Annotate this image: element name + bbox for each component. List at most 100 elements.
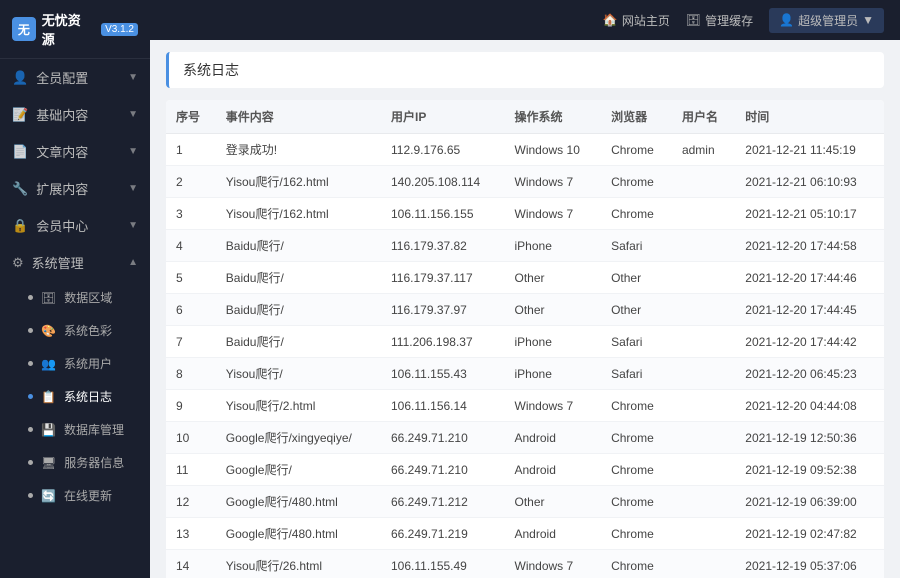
cell-os: Android: [505, 454, 602, 486]
sidebar-item-extend-content[interactable]: 🔧 扩展内容 ▼: [0, 170, 150, 207]
cell-ip: 106.11.156.155: [381, 198, 505, 230]
col-header-os: 操作系统: [505, 100, 602, 134]
sidebar-item-system-manage[interactable]: ⚙ 系统管理 ▲: [0, 244, 150, 281]
home-icon: 🏠: [603, 13, 618, 27]
submenu-item-label: 系统日志: [64, 388, 112, 405]
cell-time: 2021-12-19 06:39:00: [735, 486, 884, 518]
table-row: 12 Google爬行/480.html 66.249.71.212 Other…: [166, 486, 884, 518]
dot-icon: [28, 328, 33, 333]
arrow-icon: ▼: [128, 109, 138, 120]
log-table-container: 序号 事件内容 用户IP 操作系统 浏览器 用户名 时间 1 登录成功! 112…: [166, 100, 884, 578]
cell-user: [672, 166, 735, 198]
cell-event: Yisou爬行/162.html: [216, 198, 381, 230]
cell-browser: Other: [601, 294, 672, 326]
user-menu-button[interactable]: 👤 超级管理员 ▼: [769, 8, 884, 33]
data-area-icon: 🗄: [41, 291, 56, 305]
user-icon: 👤: [779, 13, 794, 27]
cell-time: 2021-12-21 06:10:93: [735, 166, 884, 198]
cell-ip: 106.11.156.14: [381, 390, 505, 422]
page-title: 系统日志: [166, 52, 884, 88]
cell-os: Android: [505, 422, 602, 454]
dot-icon: [28, 295, 33, 300]
logo-text: 无忧资源: [42, 10, 93, 48]
col-header-ip: 用户IP: [381, 100, 505, 134]
sidebar-item-online-update[interactable]: 🔄 在线更新: [0, 479, 150, 512]
sidebar-item-server-info[interactable]: 🖥 服务器信息: [0, 446, 150, 479]
sidebar-item-data-area[interactable]: 🗄 数据区域: [0, 281, 150, 314]
sidebar-item-system-color[interactable]: 🎨 系统色彩: [0, 314, 150, 347]
cell-ip: 111.206.198.37: [381, 326, 505, 358]
table-row: 5 Baidu爬行/ 116.179.37.117 Other Other 20…: [166, 262, 884, 294]
submenu-item-label: 系统色彩: [64, 322, 112, 339]
log-table: 序号 事件内容 用户IP 操作系统 浏览器 用户名 时间 1 登录成功! 112…: [166, 100, 884, 578]
cell-browser: Chrome: [601, 134, 672, 166]
table-row: 14 Yisou爬行/26.html 106.11.155.49 Windows…: [166, 550, 884, 578]
table-row: 1 登录成功! 112.9.176.65 Windows 10 Chrome a…: [166, 134, 884, 166]
sidebar-item-label: 基础内容: [36, 105, 88, 124]
cell-id: 5: [166, 262, 216, 294]
system-color-icon: 🎨: [41, 324, 56, 338]
sidebar-item-system-log[interactable]: 📋 系统日志: [0, 380, 150, 413]
cell-os: Other: [505, 486, 602, 518]
cell-user: [672, 230, 735, 262]
sidebar-item-basic-content[interactable]: 📝 基础内容 ▼: [0, 96, 150, 133]
cell-id: 4: [166, 230, 216, 262]
cell-event: Baidu爬行/: [216, 230, 381, 262]
col-header-event: 事件内容: [216, 100, 381, 134]
cell-user: [672, 518, 735, 550]
cell-user: [672, 390, 735, 422]
cell-browser: Chrome: [601, 454, 672, 486]
cell-os: Windows 7: [505, 550, 602, 578]
cell-id: 9: [166, 390, 216, 422]
sidebar-item-member-settings[interactable]: 👤 全员配置 ▼: [0, 59, 150, 96]
cell-ip: 66.249.71.219: [381, 518, 505, 550]
cell-os: Windows 7: [505, 390, 602, 422]
cell-ip: 140.205.108.114: [381, 166, 505, 198]
sidebar: 无 无忧资源 V3.1.2 👤 全员配置 ▼ 📝 基础内容 ▼ 📄 文章内容 ▼…: [0, 0, 150, 578]
cell-time: 2021-12-20 04:44:08: [735, 390, 884, 422]
logo-area: 无 无忧资源 V3.1.2: [0, 0, 150, 59]
sidebar-item-member-center[interactable]: 🔒 会员中心 ▼: [0, 207, 150, 244]
sidebar-item-label: 文章内容: [36, 142, 88, 161]
cell-event: Yisou爬行/: [216, 358, 381, 390]
cell-id: 8: [166, 358, 216, 390]
cell-browser: Chrome: [601, 390, 672, 422]
cell-id: 12: [166, 486, 216, 518]
home-link[interactable]: 🏠 网站主页: [603, 12, 670, 29]
table-row: 7 Baidu爬行/ 111.206.198.37 iPhone Safari …: [166, 326, 884, 358]
cell-time: 2021-12-20 06:45:23: [735, 358, 884, 390]
main-area: 🏠 网站主页 🗄 管理缓存 👤 超级管理员 ▼ 系统日志 序号 事件内容 用户I…: [150, 0, 900, 578]
online-update-icon: 🔄: [41, 489, 56, 503]
top-header: 🏠 网站主页 🗄 管理缓存 👤 超级管理员 ▼: [150, 0, 900, 40]
arrow-icon: ▼: [128, 72, 138, 83]
cell-ip: 66.249.71.212: [381, 486, 505, 518]
cell-ip: 66.249.71.210: [381, 454, 505, 486]
cell-event: Yisou爬行/26.html: [216, 550, 381, 578]
col-header-time: 时间: [735, 100, 884, 134]
dropdown-icon: ▼: [862, 13, 874, 27]
cell-time: 2021-12-21 05:10:17: [735, 198, 884, 230]
sidebar-item-system-user[interactable]: 👥 系统用户: [0, 347, 150, 380]
cell-time: 2021-12-20 17:44:58: [735, 230, 884, 262]
cell-event: Yisou爬行/162.html: [216, 166, 381, 198]
sidebar-item-text-content[interactable]: 📄 文章内容 ▼: [0, 133, 150, 170]
col-header-id: 序号: [166, 100, 216, 134]
manage-cache-link[interactable]: 🗄 管理缓存: [686, 12, 753, 29]
cell-user: [672, 198, 735, 230]
cell-event: Baidu爬行/: [216, 294, 381, 326]
text-content-icon: 📄: [12, 144, 28, 160]
cell-ip: 116.179.37.97: [381, 294, 505, 326]
cell-user: admin: [672, 134, 735, 166]
cell-browser: Chrome: [601, 166, 672, 198]
submenu-item-label: 数据区域: [64, 289, 112, 306]
col-header-user: 用户名: [672, 100, 735, 134]
arrow-icon: ▼: [128, 183, 138, 194]
cell-id: 3: [166, 198, 216, 230]
cell-browser: Chrome: [601, 422, 672, 454]
dot-icon: [28, 493, 33, 498]
cell-time: 2021-12-20 17:44:45: [735, 294, 884, 326]
cell-id: 11: [166, 454, 216, 486]
sidebar-item-data-backup[interactable]: 💾 数据库管理: [0, 413, 150, 446]
cell-time: 2021-12-19 02:47:82: [735, 518, 884, 550]
cell-user: [672, 422, 735, 454]
